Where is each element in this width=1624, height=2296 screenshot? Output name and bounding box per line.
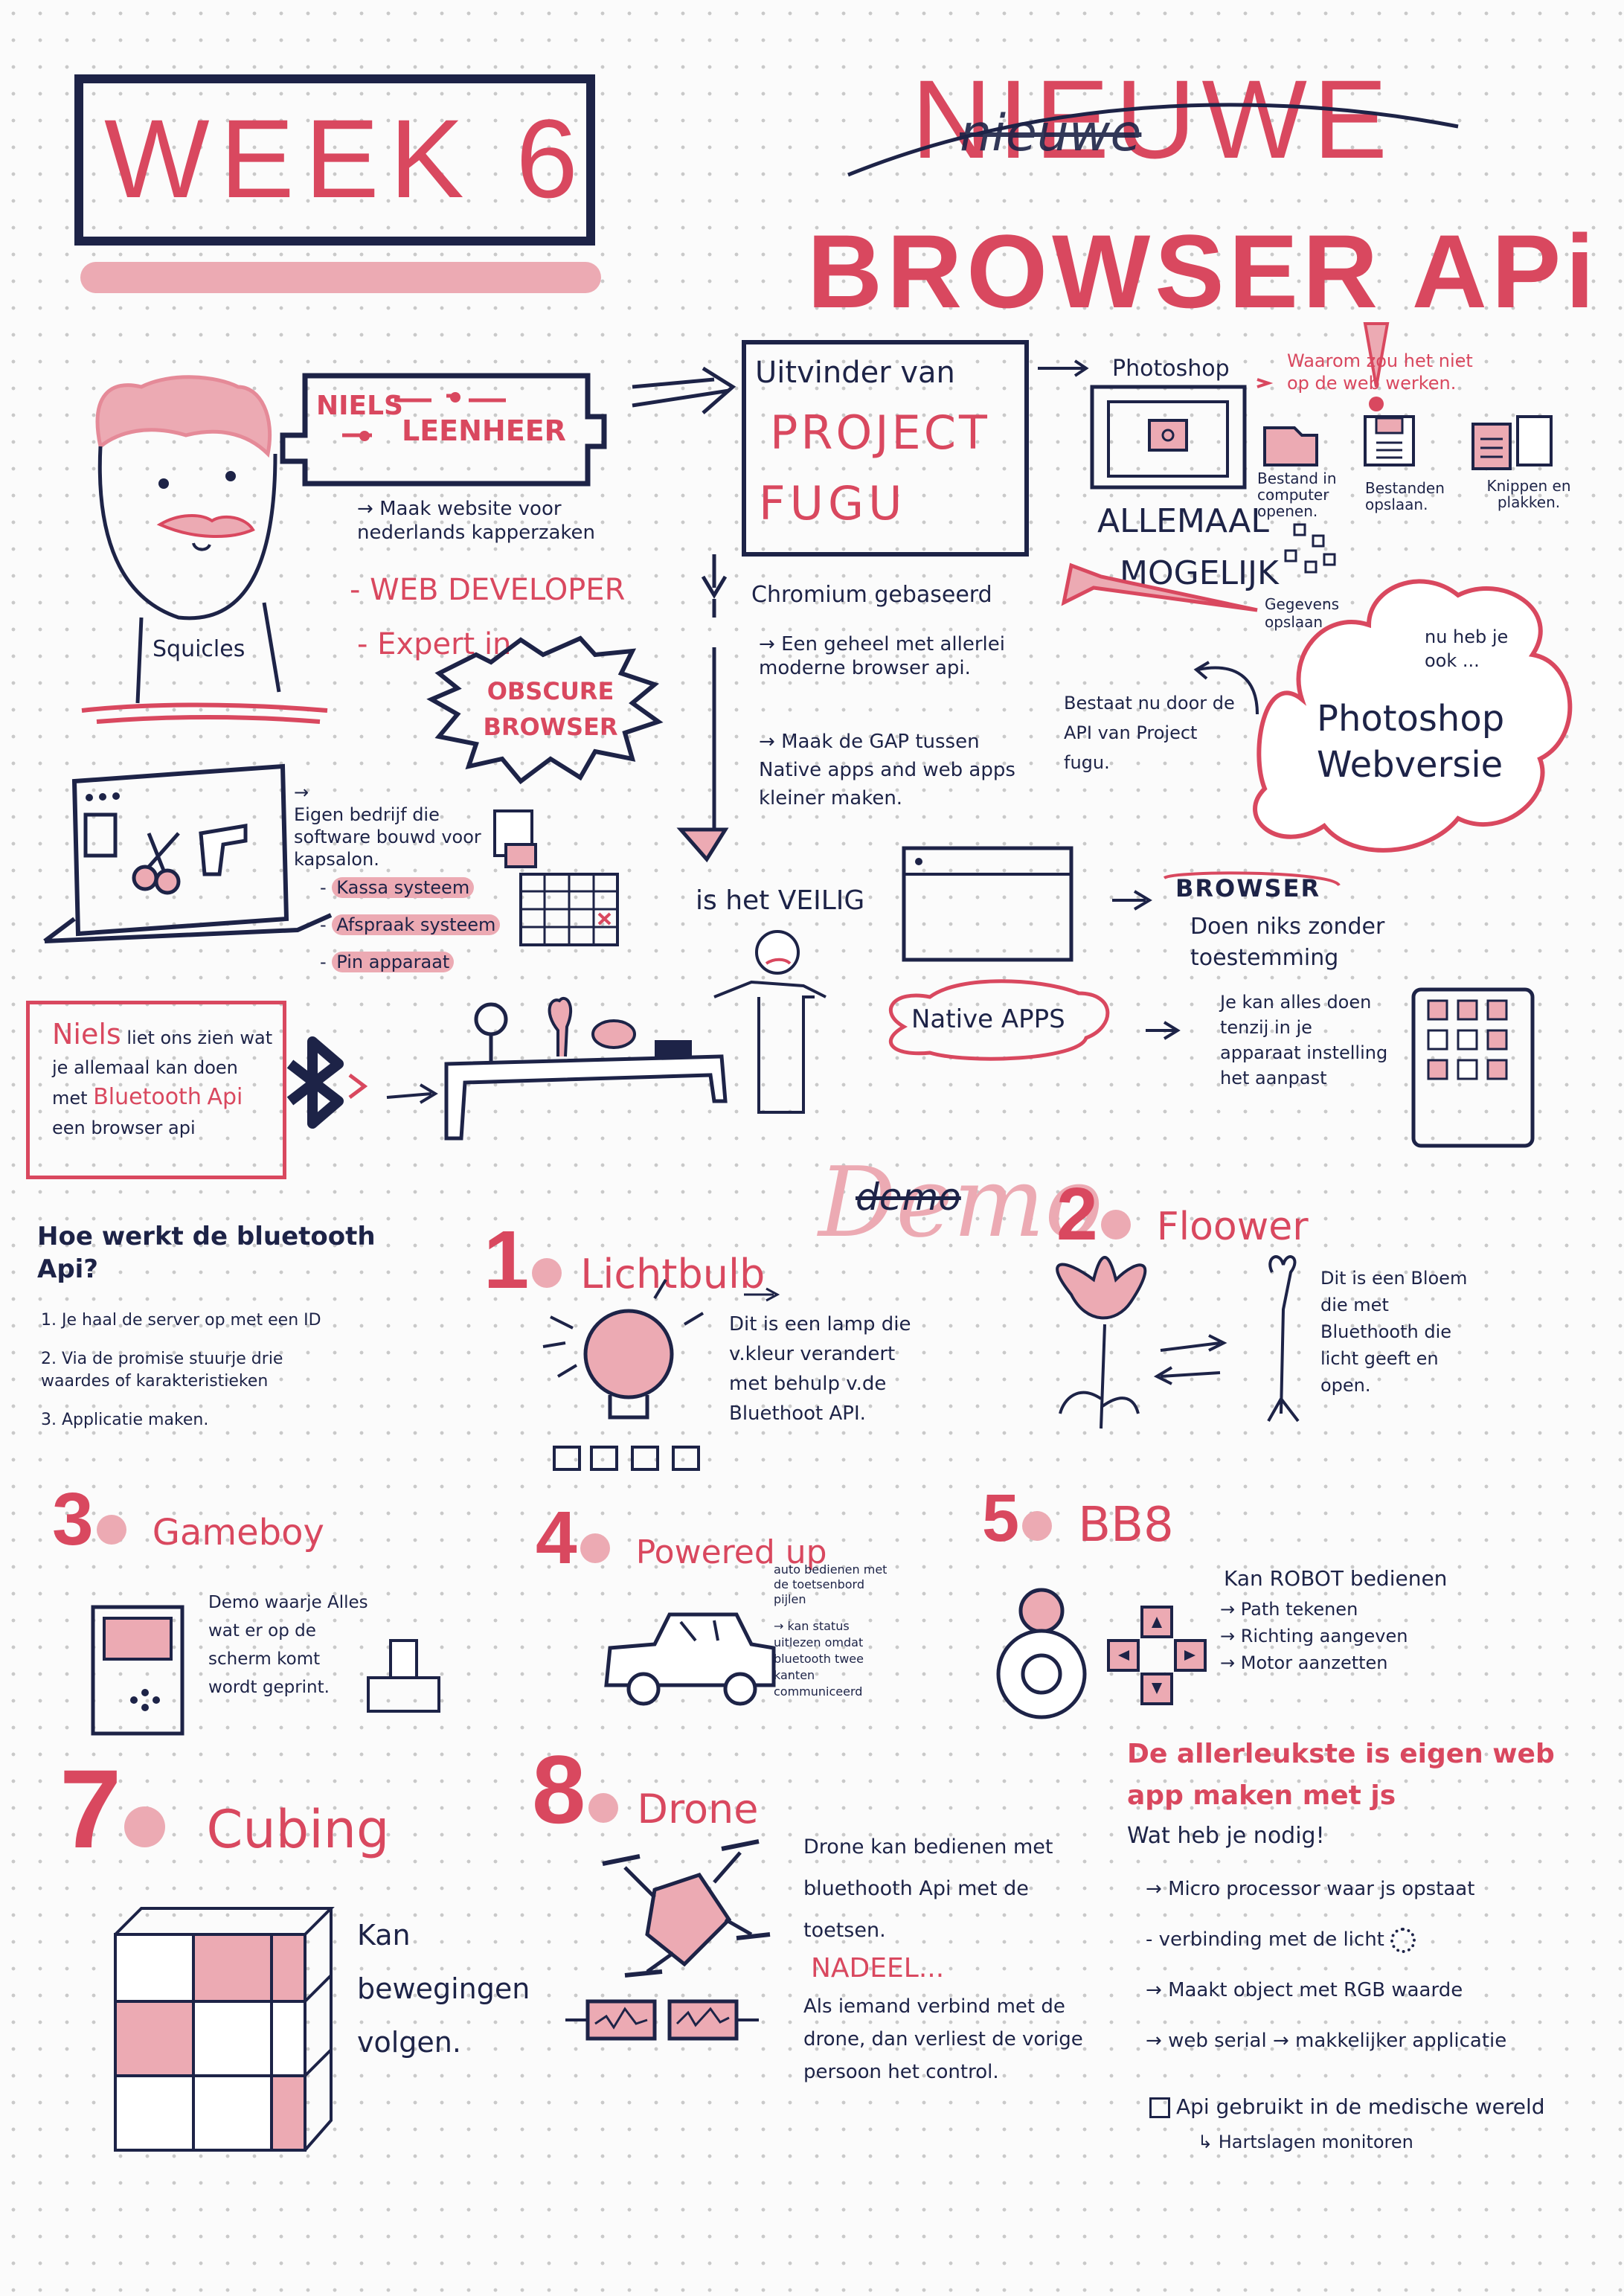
final-medical: Api gebruikt in de medische wereld <box>1149 2094 1545 2119</box>
demo-8-nadeel: NADEEL... <box>811 1953 945 1984</box>
led-ring-icon <box>1390 1927 1416 1953</box>
demo-8-nadeel-text: Als iemand verbind met de drone, dan ver… <box>803 1995 1083 2083</box>
final-need: Wat heb je nodig! <box>1127 1823 1325 1849</box>
final-title: De allerleukste is eigen web app maken m… <box>1127 1739 1555 1811</box>
checkbox-icon <box>1149 2097 1170 2118</box>
final-medical-sub: ↳ Hartslagen monitoren <box>1198 2132 1413 2152</box>
list-item: - verbinding met de licht <box>1146 1914 1607 1965</box>
list-item: → Maakt object met RGB waarde <box>1146 1979 1463 2001</box>
demo-8-desc: Drone kan bedienen met bluethooth Api me… <box>803 1835 1053 1942</box>
arrow-icon: ↳ <box>1198 2132 1219 2152</box>
final-items: → Micro processor waar js opstaat - verb… <box>1146 1864 1607 2066</box>
list-item: → web serial → makkelijker applicatie <box>1146 2030 1507 2052</box>
list-item: → Micro processor waar js opstaat <box>1146 1878 1475 1900</box>
